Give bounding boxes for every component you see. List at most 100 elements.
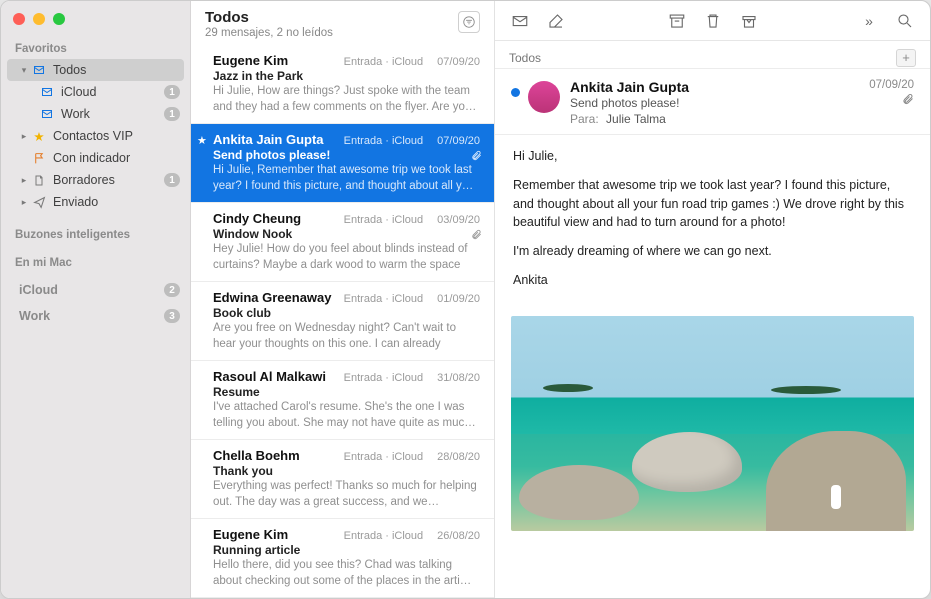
- compose-icon: [547, 12, 565, 30]
- sidebar-section-onmymac: En mi Mac: [1, 251, 190, 273]
- attachment-icon: [471, 229, 482, 243]
- reading-pane-column: » Todos + Ankita Jain Gupta Send photos …: [495, 1, 930, 598]
- chevron-right-icon[interactable]: ▸: [19, 197, 29, 208]
- message-date: 07/09/20: [437, 135, 480, 147]
- reader-subject: Send photos please!: [570, 96, 859, 110]
- reader-to-value[interactable]: Julie Talma: [606, 112, 666, 126]
- body-paragraph: Ankita: [513, 271, 912, 290]
- unread-count-badge: 3: [164, 309, 180, 323]
- sidebar-item-label: iCloud: [19, 283, 164, 297]
- delete-button[interactable]: [698, 9, 728, 33]
- body-paragraph: I'm already dreaming of where we can go …: [513, 242, 912, 261]
- avatar[interactable]: [528, 81, 560, 113]
- mail-window: Favoritos ▾ Todos iCloud 1 Work 1 ▸ ★ Co…: [0, 0, 931, 599]
- message-subject: Jazz in the Park: [213, 69, 480, 83]
- reader-from[interactable]: Ankita Jain Gupta: [570, 79, 859, 95]
- message-row[interactable]: Eugene KimEntrada · iCloud07/09/20Jazz i…: [191, 45, 494, 124]
- add-mailbox-button[interactable]: +: [896, 49, 916, 67]
- paper-plane-icon: [31, 195, 47, 209]
- document-icon: [31, 173, 47, 187]
- message-source: Entrada · iCloud: [307, 214, 423, 226]
- message-source: Entrada · iCloud: [306, 451, 423, 463]
- inbox-icon: [39, 107, 55, 121]
- sidebar-item-icloud-inbox[interactable]: iCloud 1: [1, 81, 190, 103]
- message-list-column: Todos 29 mensajes, 2 no leídos Eugene Ki…: [191, 1, 495, 598]
- search-button[interactable]: [890, 9, 920, 33]
- archive-button[interactable]: [662, 9, 692, 33]
- unread-dot-icon: [511, 88, 520, 97]
- sidebar-item-work-inbox[interactable]: Work 1: [1, 103, 190, 125]
- sidebar-item-all-inboxes[interactable]: ▾ Todos: [7, 59, 184, 81]
- message-preview: Everything was perfect! Thanks so much f…: [213, 479, 480, 510]
- envelope-icon: [511, 12, 529, 30]
- message-row[interactable]: Rasoul Al MalkawiEntrada · iCloud31/08/2…: [191, 361, 494, 440]
- plus-icon: +: [902, 50, 910, 65]
- reader-to-label: Para:: [570, 112, 599, 126]
- message-source: Entrada · iCloud: [338, 293, 424, 305]
- message-preview: Hello there, did you see this? Chad was …: [213, 558, 480, 589]
- message-date: 26/08/20: [437, 530, 480, 542]
- message-from: Chella Boehm: [213, 448, 300, 463]
- reader: Ankita Jain Gupta Send photos please! Pa…: [495, 69, 930, 598]
- attachment-image[interactable]: [511, 316, 914, 531]
- message-row[interactable]: Edwina GreenawayEntrada · iCloud01/09/20…: [191, 282, 494, 361]
- message-date: 01/09/20: [437, 293, 480, 305]
- more-button[interactable]: »: [854, 9, 884, 33]
- attachment-icon[interactable]: [869, 93, 914, 108]
- trash-icon: [704, 12, 722, 30]
- reply-button[interactable]: [505, 9, 535, 33]
- reader-header: Ankita Jain Gupta Send photos please! Pa…: [495, 69, 930, 135]
- reader-date: 07/09/20: [869, 79, 914, 91]
- mailbox-subtitle: 29 mensajes, 2 no leídos: [205, 27, 333, 39]
- chevron-down-icon[interactable]: ▾: [19, 65, 29, 76]
- sidebar-item-label: Con indicador: [53, 151, 180, 165]
- message-row[interactable]: ★Ankita Jain GuptaEntrada · iCloud07/09/…: [191, 124, 494, 203]
- sidebar-item-flagged[interactable]: Con indicador: [1, 147, 190, 169]
- message-date: 07/09/20: [437, 56, 480, 68]
- compose-button[interactable]: [541, 9, 571, 33]
- message-date: 03/09/20: [437, 214, 480, 226]
- message-subject: Running article: [213, 543, 480, 557]
- chevron-right-icon[interactable]: ▸: [19, 131, 29, 142]
- sidebar-item-sent[interactable]: ▸ Enviado: [1, 191, 190, 213]
- close-window-button[interactable]: [13, 13, 25, 25]
- minimize-window-button[interactable]: [33, 13, 45, 25]
- message-row[interactable]: Chella Boehm Entrada · iCloud 28/08/20Than…: [191, 440, 494, 519]
- message-source: Entrada · iCloud: [330, 135, 424, 147]
- reader-mailbox-bar: Todos +: [495, 41, 930, 69]
- attachment-icon: [471, 150, 482, 164]
- junk-icon: [740, 12, 758, 30]
- reader-mailbox-label: Todos: [509, 51, 541, 65]
- sidebar-item-vip[interactable]: ▸ ★ Contactos VIP: [1, 125, 190, 147]
- sidebar-item-label: Work: [61, 107, 164, 121]
- reader-body[interactable]: Hi Julie, Remember that awesome trip we …: [495, 135, 930, 312]
- mailbox-title: Todos: [205, 9, 333, 26]
- body-paragraph: Remember that awesome trip we took last …: [513, 176, 912, 232]
- search-icon: [896, 12, 914, 30]
- message-subject: Thank you: [213, 464, 480, 478]
- message-from: Cindy Cheung: [213, 211, 301, 226]
- message-subject: Window Nook: [213, 227, 480, 241]
- archive-icon: [668, 12, 686, 30]
- junk-button[interactable]: [734, 9, 764, 33]
- unread-count-badge: 1: [164, 107, 180, 121]
- message-list-header: Todos 29 mensajes, 2 no leídos: [191, 1, 494, 45]
- chevron-double-right-icon: »: [865, 13, 873, 29]
- filter-button[interactable]: [458, 11, 480, 33]
- chevron-right-icon[interactable]: ▸: [19, 175, 29, 186]
- message-preview: Hi Julie, Remember that awesome trip we …: [213, 163, 480, 194]
- zoom-window-button[interactable]: [53, 13, 65, 25]
- filter-icon: [462, 15, 476, 29]
- sidebar-account-work[interactable]: Work 3: [1, 305, 190, 327]
- message-date: 28/08/20: [437, 451, 480, 463]
- sidebar-account-icloud[interactable]: iCloud 2: [1, 279, 190, 301]
- message-from: Eugene Kim: [213, 53, 288, 68]
- message-row[interactable]: Eugene KimEntrada · iCloud26/08/20Runnin…: [191, 519, 494, 598]
- message-row[interactable]: Cindy Cheung Entrada · iCloud 03/09/20Wind…: [191, 203, 494, 282]
- sidebar-item-label: Borradores: [53, 173, 164, 187]
- sidebar-item-label: iCloud: [61, 85, 164, 99]
- inbox-icon: [31, 63, 47, 77]
- message-list[interactable]: Eugene KimEntrada · iCloud07/09/20Jazz i…: [191, 45, 494, 598]
- sidebar: Favoritos ▾ Todos iCloud 1 Work 1 ▸ ★ Co…: [1, 1, 191, 598]
- sidebar-item-drafts[interactable]: ▸ Borradores 1: [1, 169, 190, 191]
